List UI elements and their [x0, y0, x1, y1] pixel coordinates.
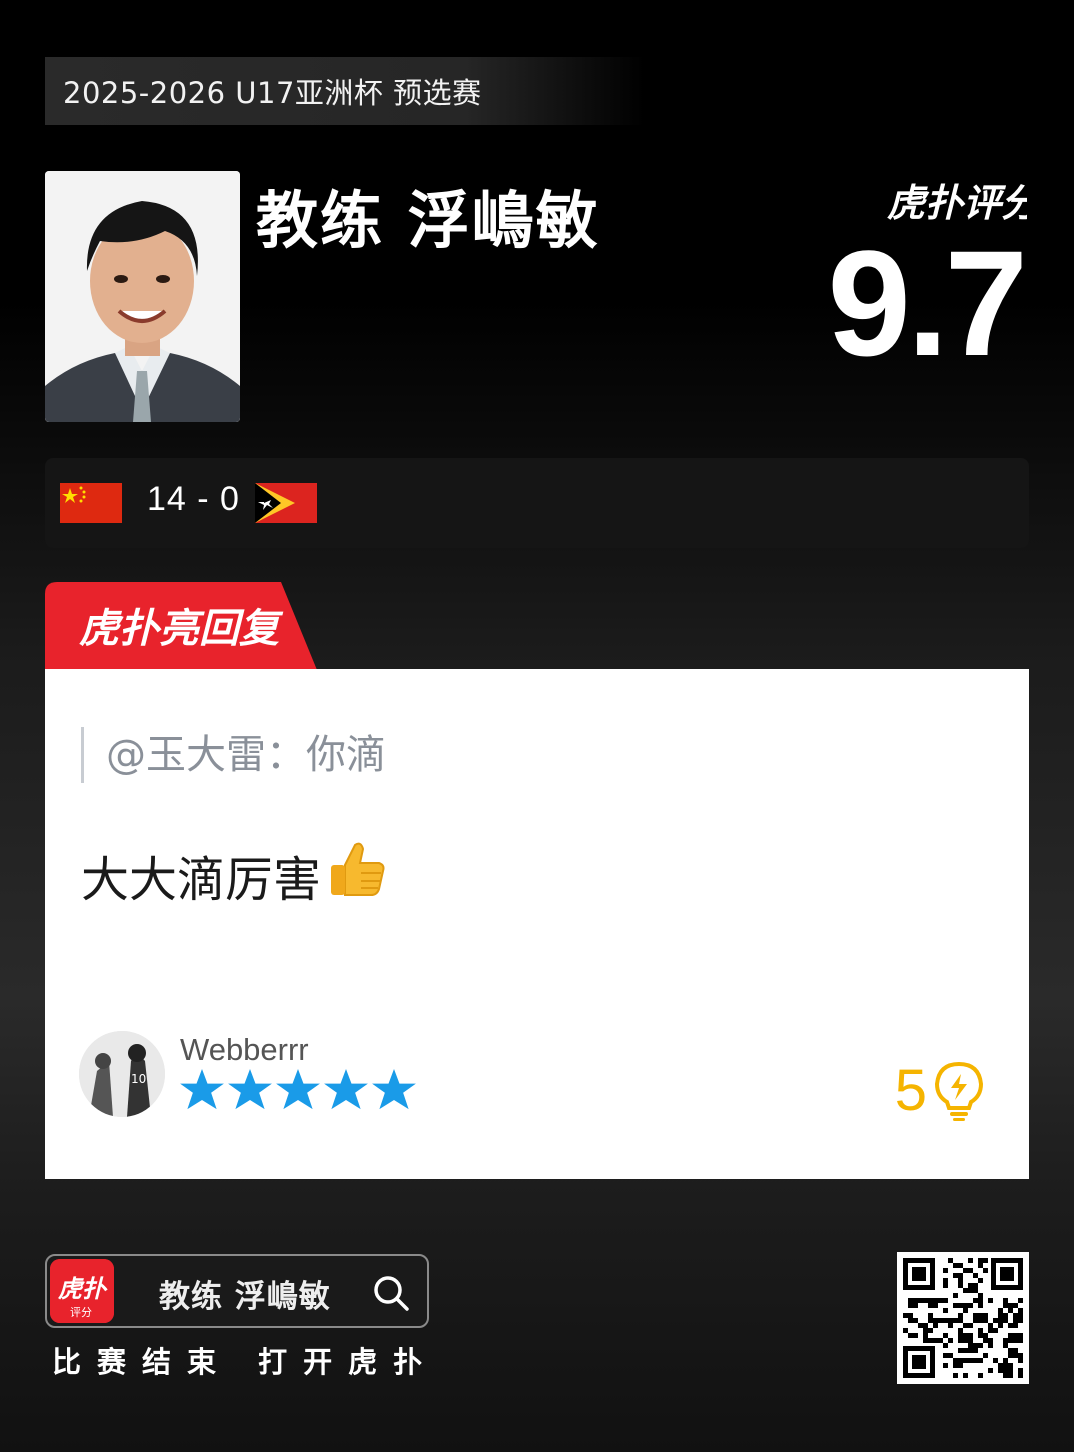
reply-text: 大大滴厉害	[81, 852, 322, 908]
app-icon-text: 虎扑	[58, 1275, 108, 1303]
star-icon	[276, 1069, 320, 1110]
username[interactable]: Webberrr	[180, 1032, 309, 1068]
match-score: 14 - 0	[147, 480, 240, 518]
reply-section-label: 虎扑亮回复	[79, 606, 284, 652]
star-icon	[372, 1069, 416, 1110]
search-icon[interactable]	[371, 1273, 411, 1317]
match-score-strip: 14 - 0	[45, 458, 1029, 548]
thumbs-up-icon	[325, 837, 389, 913]
star-icon	[324, 1069, 368, 1110]
qr-code[interactable]	[897, 1252, 1029, 1384]
coach-portrait-image	[45, 171, 240, 422]
search-query-text: 教练 浮嶋敏	[159, 1279, 331, 1315]
star-icon	[228, 1069, 272, 1110]
app-search-bar[interactable]: 虎扑 评分 教练 浮嶋敏	[45, 1254, 429, 1328]
star-icon	[180, 1069, 224, 1110]
user-rating-stars	[180, 1069, 416, 1111]
reply-section-tab: 虎扑亮回复	[45, 582, 317, 670]
reply-card: @玉大雷：你滴 大大滴厉害 10 Webberrr 5	[45, 669, 1029, 1179]
rating-brand-text: 虎扑评分	[887, 181, 1027, 224]
rating-score: 9.7	[827, 219, 1028, 387]
coach-photo	[45, 171, 240, 422]
quoted-reply: @玉大雷：你滴	[81, 727, 386, 783]
competition-title: 2025-2026 U17亚洲杯 预选赛	[63, 76, 482, 110]
timor-leste-flag-icon	[255, 483, 317, 523]
hupu-app-icon[interactable]: 虎扑 评分	[50, 1259, 114, 1323]
coach-name: 教练 浮嶋敏	[256, 184, 600, 257]
footer-caption: 比赛结束 打开虎扑	[52, 1345, 439, 1379]
reply-content: 大大滴厉害	[81, 837, 389, 913]
svg-text:10: 10	[131, 1072, 146, 1086]
lightbulb-icon	[934, 1061, 984, 1121]
app-icon-subtext: 评分	[70, 1306, 92, 1319]
like-count: 5	[894, 1058, 927, 1123]
china-flag-icon	[60, 483, 122, 523]
user-avatar[interactable]: 10	[79, 1031, 165, 1117]
competition-banner: 2025-2026 U17亚洲杯 预选赛	[45, 57, 645, 125]
like-button[interactable]: 5	[895, 1057, 985, 1124]
